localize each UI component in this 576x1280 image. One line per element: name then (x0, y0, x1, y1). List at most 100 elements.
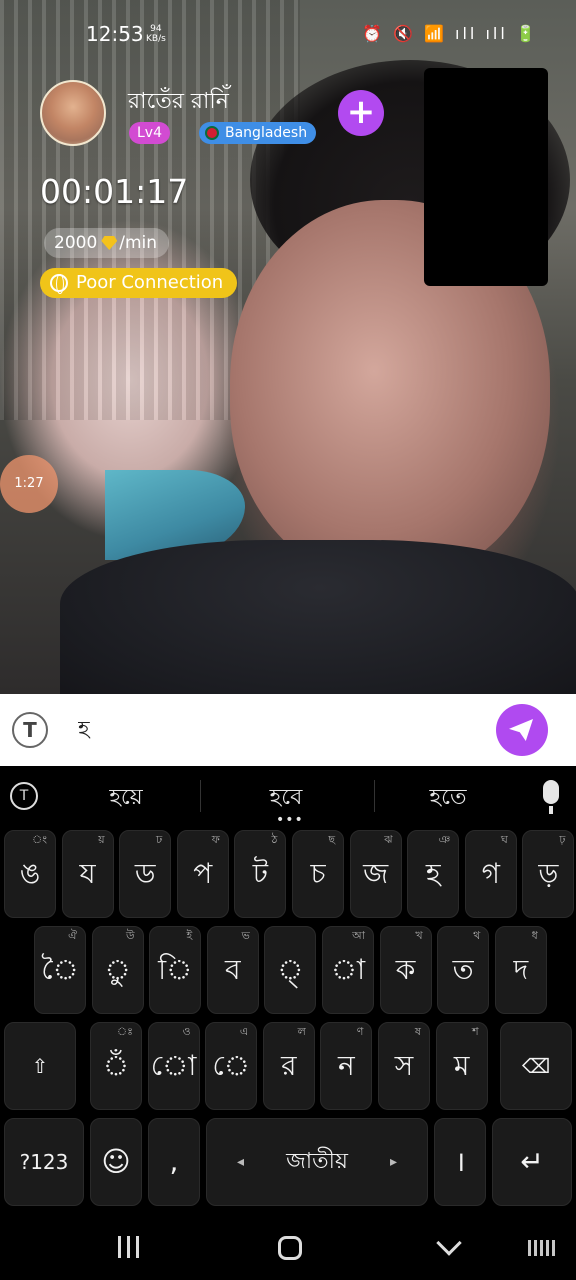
enter-key[interactable]: ↵ (492, 1118, 572, 1206)
back-chevron-icon[interactable] (436, 1230, 462, 1256)
key-hint: এ (239, 1025, 249, 1038)
shift-key[interactable]: ⇧ (4, 1022, 76, 1110)
system-navigation-bar (0, 1214, 576, 1280)
key-hint: ঠ (271, 833, 278, 846)
letter-key[interactable]: হঞ (407, 830, 460, 918)
emoji-key[interactable]: ☺ (90, 1118, 142, 1206)
message-input-bar: T (0, 694, 576, 766)
translate-icon[interactable]: T (12, 712, 48, 748)
key-hint: ঃ (116, 1025, 133, 1038)
key-hint: ল (297, 1025, 306, 1038)
key-hint: শ (472, 1025, 479, 1038)
key-hint: আ (352, 929, 365, 942)
letter-key-label: ্ (277, 953, 304, 986)
letter-key[interactable]: ডঢ (119, 830, 172, 918)
period-key[interactable]: । (434, 1118, 486, 1206)
symbols-key[interactable]: ?123 (4, 1118, 84, 1206)
send-button[interactable] (496, 704, 548, 756)
host-avatar[interactable] (40, 80, 106, 146)
microphone-icon[interactable] (543, 780, 559, 814)
bangladesh-flag-icon (205, 126, 219, 140)
suggestion-strip: T হয়ে হবে হতে ••• (0, 766, 576, 828)
space-left-arrow-icon: ◂ (237, 1154, 245, 1170)
speed-value: 94 (150, 24, 162, 34)
letter-key-label: ন (338, 1049, 355, 1082)
letter-key[interactable]: ে এ (205, 1022, 258, 1110)
letter-key[interactable]: য য় (61, 830, 114, 918)
letter-key[interactable]: কখ (379, 926, 432, 1014)
key-hint: ছ (328, 833, 335, 846)
letter-key[interactable]: চছ (292, 830, 344, 918)
suggestion-1[interactable]: হয়ে (66, 780, 186, 817)
connection-status-label: Poor Connection (76, 272, 224, 293)
letter-key-label: ে (212, 1049, 250, 1082)
country-label: Bangladesh (225, 125, 308, 141)
space-right-arrow-icon: ▸ (389, 1154, 397, 1170)
keyboard-translate-icon[interactable]: T (10, 782, 38, 810)
key-hint: য় (98, 833, 105, 846)
more-suggestions-dots: ••• (276, 812, 304, 828)
letter-key[interactable]: মশ (435, 1022, 488, 1110)
self-view-preview[interactable] (424, 68, 548, 286)
message-input[interactable] (78, 710, 478, 750)
letter-key-label: র (281, 1049, 297, 1082)
call-timer: 00:01:17 (40, 172, 189, 211)
letter-key[interactable]: টঠ (234, 830, 287, 918)
space-key[interactable]: ◂ জাতীয় ▸ (206, 1118, 428, 1206)
letter-key[interactable]: রল (262, 1022, 315, 1110)
key-hint: ণ (356, 1025, 364, 1038)
letter-key[interactable]: ো ও (147, 1022, 200, 1110)
level-badge-label: Lv4 (137, 125, 162, 141)
letter-key[interactable]: বভ (206, 926, 259, 1014)
status-bar: 12:53 94 KB/s ⏰ 🔇 📶 ıll ıll 🔋 (0, 18, 576, 54)
backspace-key[interactable]: ⌫ (500, 1022, 572, 1110)
letter-key[interactable]: ঁঃ (90, 1022, 142, 1110)
letter-key[interactable]: পফ (176, 830, 229, 918)
globe-icon (50, 274, 68, 294)
video-dress (60, 540, 576, 694)
suggestion-divider (374, 780, 375, 812)
letter-key[interactable]: ্ (264, 926, 317, 1014)
status-time: 12:53 (86, 22, 144, 46)
letter-key[interactable]: ি ই (149, 926, 202, 1014)
letter-key[interactable]: া আ (322, 926, 374, 1014)
letter-key-label: ড় (538, 857, 559, 890)
letter-key[interactable]: সষ (378, 1022, 430, 1110)
letter-key[interactable]: দধ (494, 926, 547, 1014)
key-hint: ং (31, 833, 47, 846)
letter-key-label: দ (513, 953, 529, 986)
letter-key[interactable]: তথ (437, 926, 490, 1014)
key-hint: খ (415, 929, 423, 942)
recent-apps-icon[interactable] (118, 1236, 140, 1258)
host-name: রাতেঁর রানিঁ (128, 89, 229, 114)
key-hint: উ (126, 929, 135, 942)
letter-key-label: ব (225, 953, 241, 986)
keyboard-switch-icon[interactable] (528, 1240, 556, 1256)
key-hint: ঝ (384, 833, 393, 846)
connection-status-badge: Poor Connection (40, 268, 238, 298)
letter-key[interactable]: নণ (320, 1022, 373, 1110)
letter-key-label: য (79, 857, 96, 890)
level-badge: Lv4 (129, 122, 170, 144)
letter-key[interactable]: ু উ (91, 926, 144, 1014)
comma-key[interactable]: , (148, 1118, 200, 1206)
suggestion-3[interactable]: হতে (388, 780, 508, 817)
letter-key[interactable]: গঘ (464, 830, 517, 918)
key-hint: ধ (531, 929, 538, 942)
letter-key[interactable]: জঝ (349, 830, 402, 918)
letter-key-label: গ (481, 857, 500, 890)
letter-key-label: ম (453, 1049, 470, 1082)
floating-timer-bubble[interactable]: 1:27 (0, 455, 58, 513)
letter-key-label: ড (134, 857, 156, 890)
letter-key-label: ক (395, 953, 416, 986)
letter-key[interactable]: ঙং (4, 830, 56, 918)
follow-add-button[interactable]: + (338, 90, 384, 136)
letter-key-label: জ (363, 857, 389, 890)
letter-key[interactable]: ড় ঢ় (522, 830, 575, 918)
space-key-label: জাতীয় (286, 1149, 348, 1174)
letter-key-label: স (394, 1049, 414, 1082)
key-hint: ই (186, 929, 193, 942)
letter-key[interactable]: ৈ ঐ (34, 926, 86, 1014)
home-icon[interactable] (278, 1236, 302, 1260)
status-icons: ⏰ 🔇 📶 ıll ıll 🔋 (362, 24, 539, 43)
